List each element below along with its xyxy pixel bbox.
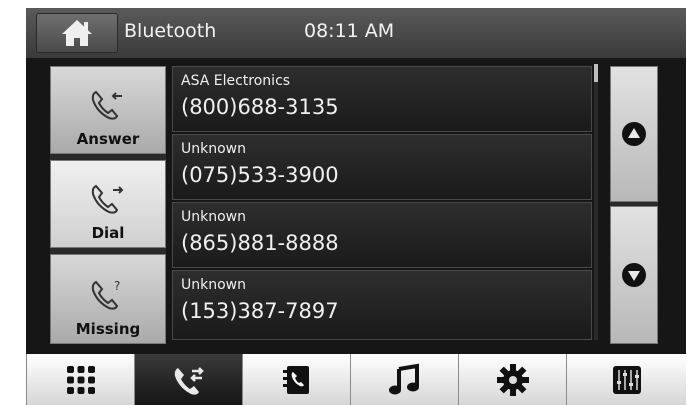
call-row[interactable]: ASA Electronics (800)688-3135 (172, 66, 592, 132)
keypad-icon (66, 365, 95, 394)
answer-button[interactable]: Answer (50, 66, 166, 154)
phone-outgoing-icon (91, 184, 124, 214)
phone-missed-icon: ? (91, 279, 120, 310)
caller-number: (075)533-3900 (181, 163, 339, 187)
dial-button[interactable]: Dial (50, 160, 166, 248)
equalizer-button[interactable] (566, 354, 686, 405)
settings-gear-icon (496, 363, 529, 396)
dial-label: Dial (91, 224, 125, 242)
phone-incoming-icon (91, 90, 122, 120)
scroll-down-button[interactable] (610, 206, 658, 344)
missing-button[interactable]: ? Missing (50, 254, 166, 344)
scroll-up-button[interactable] (610, 66, 658, 202)
caller-name: ASA Electronics (181, 73, 291, 89)
equalizer-icon (612, 365, 641, 394)
call-list: ASA Electronics (800)688-3135 Unknown (0… (172, 66, 592, 344)
scroll-buttons (610, 66, 658, 344)
answer-label: Answer (76, 130, 140, 148)
settings-button[interactable] (458, 354, 566, 405)
caller-number: (153)387-7897 (181, 299, 339, 323)
clock: 08:11 AM (304, 20, 395, 42)
missing-label: Missing (75, 320, 141, 338)
scrollbar-thumb[interactable] (594, 64, 598, 82)
caller-number: (800)688-3135 (181, 95, 339, 119)
home-button[interactable] (36, 13, 118, 53)
call-row[interactable]: Unknown (075)533-3900 (172, 134, 592, 200)
home-icon (62, 20, 92, 46)
header-bar: Bluetooth 08:11 AM (26, 8, 686, 58)
caller-name: Unknown (181, 209, 246, 225)
music-icon (388, 363, 419, 394)
call-log-icon (174, 366, 204, 395)
down-arrow-icon (622, 263, 646, 287)
caller-number: (865)881-8888 (181, 231, 339, 255)
bottom-nav-bar (26, 354, 686, 405)
up-arrow-icon (622, 122, 646, 146)
svg-text:?: ? (114, 279, 120, 293)
call-row[interactable]: Unknown (153)387-7897 (172, 270, 592, 340)
phonebook-button[interactable] (242, 354, 350, 405)
music-button[interactable] (350, 354, 458, 405)
caller-name: Unknown (181, 141, 246, 157)
page-title: Bluetooth (124, 20, 217, 42)
caller-name: Unknown (181, 277, 246, 293)
scrollbar-track[interactable] (594, 64, 598, 340)
call-row[interactable]: Unknown (865)881-8888 (172, 202, 592, 268)
keypad-button[interactable] (26, 354, 134, 405)
call-log-button[interactable] (134, 354, 242, 405)
main-panel: Answer Dial ? Missing ASA Electronics (8… (26, 58, 686, 354)
call-type-panel: Answer Dial ? Missing (50, 66, 166, 344)
bluetooth-screen: Bluetooth 08:11 AM Answer Dial ? Missing… (26, 8, 686, 405)
phonebook-icon (282, 365, 309, 394)
